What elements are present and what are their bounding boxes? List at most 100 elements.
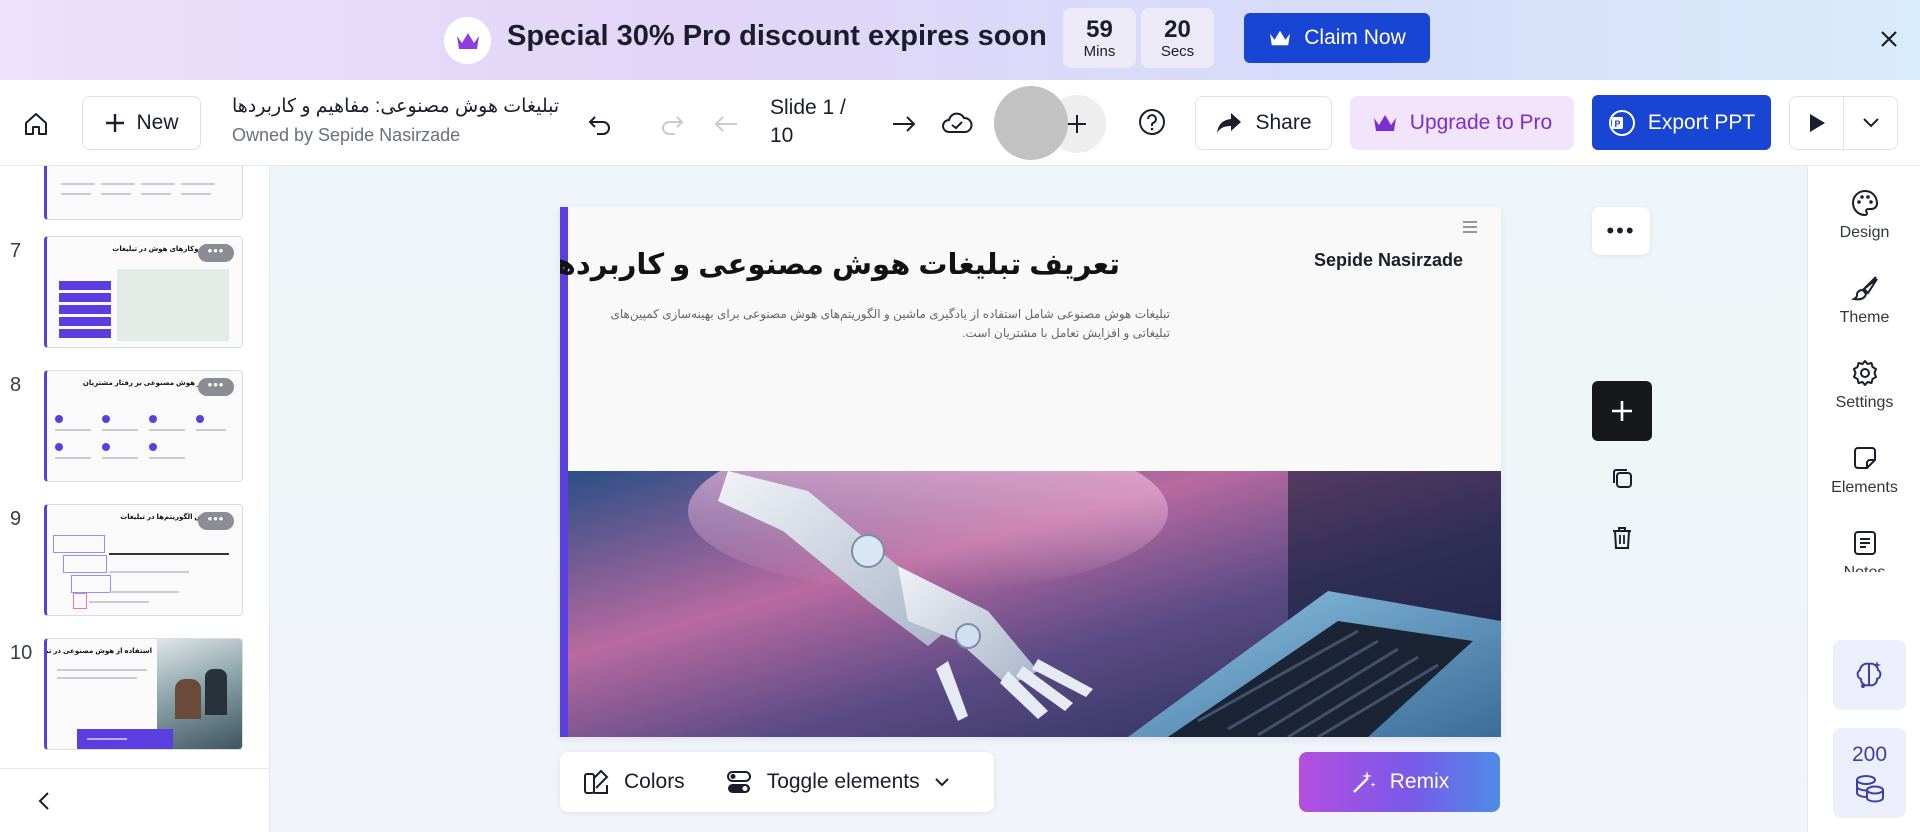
crown-icon [444,17,491,64]
coins-icon [1855,775,1884,803]
slide-thumbnail-list[interactable]: 7 ساز‌وکارهای هوش در تبلیغات ••• 8 تاثیر… [0,166,270,768]
cloud-sync-icon[interactable] [940,106,974,140]
crown-icon [1270,30,1291,46]
remix-button[interactable]: Remix [1299,752,1500,812]
thumbnail-footer [0,768,270,832]
right-tool-panel: Design Theme Settings Elements Notes 200 [1807,166,1920,832]
thumbnail-number: 7 [10,240,22,262]
credits-count: 200 [1851,743,1888,766]
thumbnail-more-button[interactable]: ••• [198,244,234,262]
new-button[interactable]: New [82,96,201,150]
timer-seconds-value: 20 [1164,15,1191,43]
redo-icon[interactable] [656,108,688,140]
undo-icon[interactable] [584,108,616,140]
new-label: New [136,111,179,134]
plus-icon [106,114,125,132]
close-icon[interactable] [1874,24,1904,54]
brush-icon [1850,276,1878,301]
slide-accent-bar [560,207,568,737]
palette-icon [1851,189,1878,217]
home-icon[interactable] [20,108,52,140]
document-title[interactable]: تبلیغات هوش مصنوعی: مفاهیم و کاربردها [232,95,559,118]
theme-tool[interactable]: Theme [1808,273,1920,327]
chevron-down-icon [934,778,949,787]
play-icon[interactable] [1790,97,1843,149]
gear-icon [1852,360,1877,386]
thumbnail-number: 10 [10,642,33,664]
present-button-group [1789,96,1898,150]
credits-button[interactable]: 200 [1833,728,1906,818]
slide-title[interactable]: تعریف تبلیغات هوش مصنوعی و کاربردهای آن [560,247,1120,282]
share-label: Share [1255,111,1312,134]
timer-seconds: 20 Secs [1141,8,1214,68]
toggle-icon [726,771,751,793]
colors-button[interactable]: Colors [560,768,685,796]
claim-now-button[interactable]: Claim Now [1244,13,1430,63]
slide-thumbnail[interactable]: ساز‌وکارهای هوش در تبلیغات ••• [44,236,243,348]
promo-banner: Special 30% Pro discount expires soon 59… [0,0,1920,80]
svg-text:P: P [1614,119,1620,129]
chevron-left-icon[interactable] [30,787,58,815]
promo-text: Special 30% Pro discount expires soon [507,20,1047,52]
settings-label: Settings [1835,394,1894,411]
slide-body-text[interactable]: تبلیغات هوش مصنوعی شامل استفاده از یادگی… [600,305,1170,343]
slide-thumbnail[interactable]: تاثیر هوش مصنوعی بر رفتار مشتریان ••• [44,370,243,482]
thumbnail-more-button[interactable]: ••• [198,378,234,396]
chevron-down-icon[interactable] [1844,97,1897,149]
timer-seconds-label: Secs [1160,42,1195,60]
robot-hand-laptop-image[interactable] [568,471,1501,737]
more-options-icon[interactable]: ••• [1592,207,1650,255]
notes-label: Notes [1844,564,1886,572]
remix-label: Remix [1389,770,1450,793]
slide-thumbnail[interactable]: استفاده از هوش مصنوعی در تبلیغات ••• [44,638,243,750]
trash-icon[interactable] [1608,524,1636,552]
design-tool[interactable]: Design [1808,188,1920,242]
export-ppt-button[interactable]: P Export PPT [1592,95,1771,150]
slide-author[interactable]: Sepide Nasirzade [1314,250,1463,271]
timer-minutes: 59 Mins [1063,8,1136,68]
thumbnail-number: 9 [10,508,22,530]
elements-label: Elements [1831,479,1898,496]
plus-icon [1068,115,1086,133]
thumbnail-title: استفاده از هوش مصنوعی در تبلیغات [45,648,152,655]
slide-thumbnail[interactable] [44,166,243,220]
thumbnail-more-button[interactable]: ••• [198,512,234,530]
help-icon[interactable] [1136,106,1168,138]
sticker-icon [1853,447,1876,469]
elements-tool[interactable]: Elements [1808,443,1920,497]
document-owner: Owned by Sepide Nasirzade [232,125,461,145]
next-slide-icon[interactable] [888,108,920,140]
export-label: Export PPT [1647,110,1756,134]
slide-controls-bar: Colors Toggle elements [560,752,994,812]
notes-tool[interactable]: Notes [1808,528,1920,572]
share-arrow-icon [1217,113,1242,133]
colors-label: Colors [624,770,685,793]
duplicate-icon[interactable] [1608,464,1636,492]
slide-counter: Slide 1 / 10 [770,94,860,150]
toolbar: New تبلیغات هوش مصنوعی: مفاهیم و کاربرده… [0,80,1920,166]
menu-icon[interactable] [1461,219,1479,237]
upgrade-to-pro-button[interactable]: Upgrade to Pro [1350,96,1574,150]
plus-icon [1612,401,1632,421]
crown-icon [1373,115,1396,131]
previous-slide-icon[interactable] [710,108,742,140]
timer-minutes-value: 59 [1086,15,1113,43]
powerpoint-icon: P [1608,109,1635,136]
add-slide-button[interactable] [1592,381,1652,441]
theme-label: Theme [1839,309,1890,326]
palette-swatch-icon [584,769,609,794]
notes-icon [1853,531,1876,555]
ai-brain-icon [1856,661,1881,688]
avatar[interactable] [994,86,1068,160]
ai-assistant-button[interactable] [1833,640,1906,710]
toggle-elements-button[interactable]: Toggle elements [685,768,950,796]
slide-counter-total: 10 [770,124,794,147]
magic-wand-icon [1352,771,1376,793]
slide-thumbnail[interactable]: نقش الگوریتم‌ها در تبلیغات ••• [44,504,243,616]
settings-tool[interactable]: Settings [1808,358,1920,412]
slide-counter-current: Slide 1 / [770,96,846,119]
toggle-elements-label: Toggle elements [766,770,920,793]
slide-canvas[interactable]: تعریف تبلیغات هوش مصنوعی و کاربردهای آن … [560,207,1501,737]
thumbnail-number: 8 [10,374,22,396]
share-button[interactable]: Share [1195,96,1332,150]
